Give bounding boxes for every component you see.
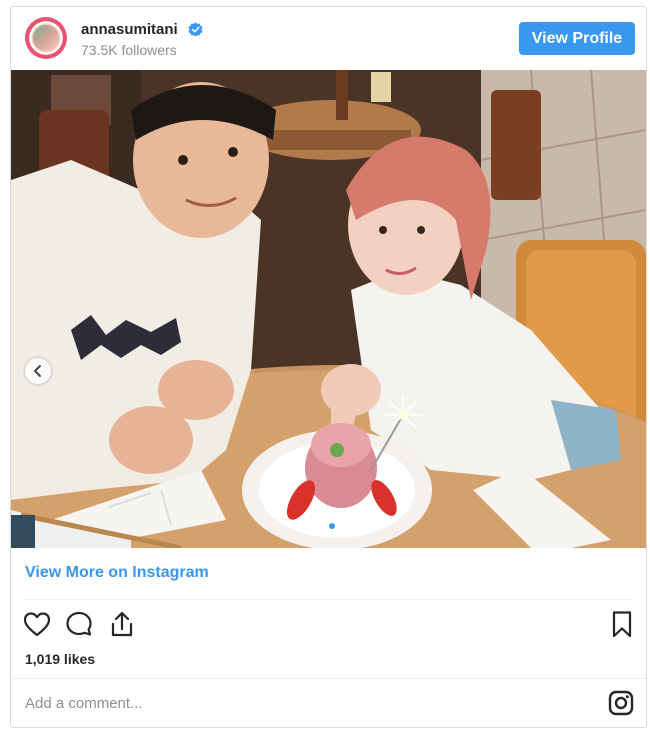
- instagram-embed-card: annasumitani 73.5K followers View Profil…: [10, 6, 647, 728]
- add-comment-input[interactable]: Add a comment...: [25, 695, 143, 712]
- verified-badge-icon: [188, 22, 203, 37]
- heart-icon[interactable]: [22, 609, 52, 639]
- divider: [11, 678, 646, 679]
- bookmark-icon[interactable]: [607, 609, 637, 639]
- carousel-dot-active: [329, 523, 335, 529]
- instagram-logo-icon[interactable]: [608, 690, 634, 716]
- view-more-link[interactable]: View More on Instagram: [25, 564, 209, 582]
- avatar[interactable]: [25, 17, 67, 59]
- carousel-indicator: [319, 523, 335, 531]
- comment-bubble-icon[interactable]: [64, 609, 94, 639]
- chevron-left-icon: [34, 365, 41, 377]
- carousel-dot: [319, 523, 325, 529]
- share-icon[interactable]: [107, 609, 137, 639]
- post-header: annasumitani 73.5K followers View Profil…: [11, 7, 646, 71]
- action-bar: [11, 605, 646, 645]
- divider: [25, 599, 632, 600]
- username[interactable]: annasumitani: [81, 21, 178, 38]
- carousel-prev-button[interactable]: [25, 358, 51, 384]
- follower-count: 73.5K followers: [81, 42, 177, 58]
- like-count[interactable]: 1,019 likes: [25, 651, 95, 667]
- post-photo[interactable]: [11, 70, 646, 548]
- post-photo-image: [11, 70, 646, 548]
- view-profile-button[interactable]: View Profile: [519, 22, 635, 55]
